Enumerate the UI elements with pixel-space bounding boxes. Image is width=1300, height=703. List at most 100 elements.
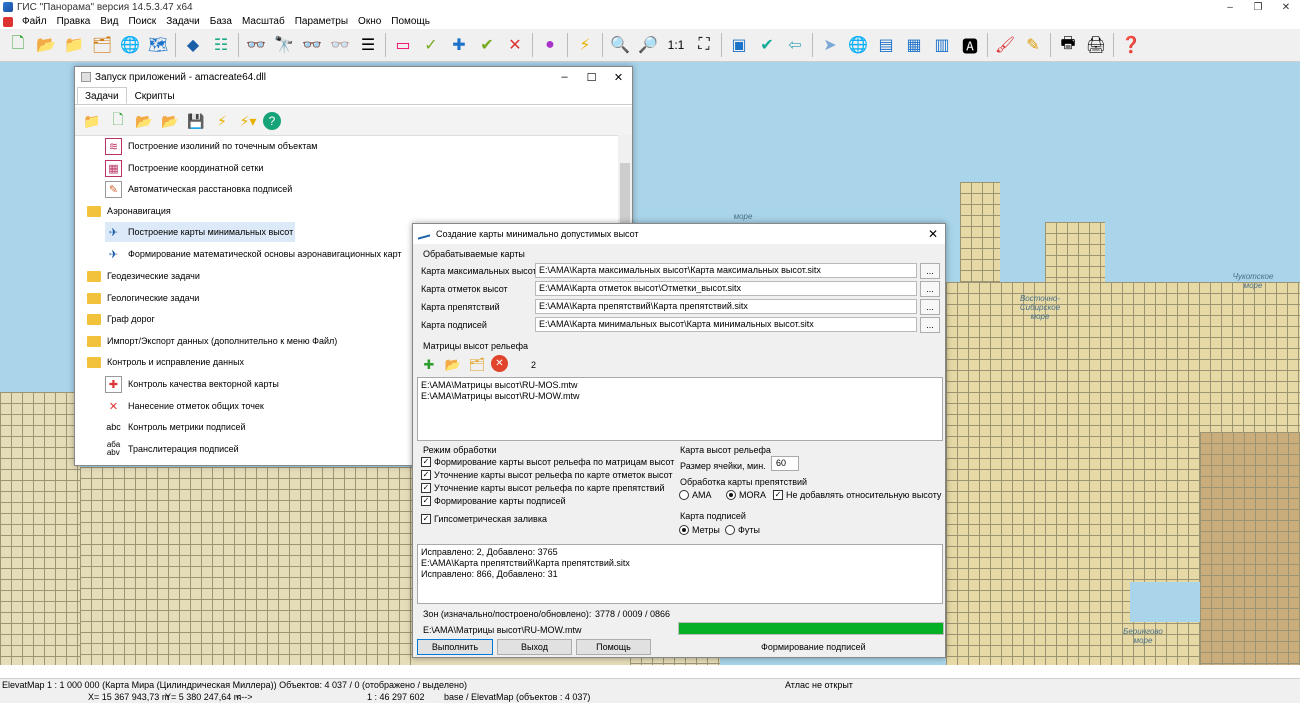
run-menu-icon[interactable]: ⚡▾ (237, 110, 259, 132)
zoom-fit-icon[interactable]: ⛶ (691, 32, 717, 58)
window-select-icon[interactable]: ▦ (901, 32, 927, 58)
exit-button[interactable]: Выход (497, 639, 572, 655)
max-altitude-map-field[interactable]: E:\AMA\Карта максимальных высот\Карта ма… (535, 263, 917, 278)
menu-edit[interactable]: Правка (52, 16, 96, 27)
tree-item-selected[interactable]: ✈ Построение карты минимальных высот (105, 222, 296, 242)
mode-checkbox-hypsometric[interactable]: ✓ Гипсометрическая заливка (421, 514, 547, 524)
tree-item[interactable]: ≋ Построение изолиний по точечным объект… (105, 136, 317, 156)
run-button[interactable]: Выполнить (417, 639, 493, 655)
tree-item[interactable]: abc Контроль метрики подписей (105, 417, 245, 437)
menu-view[interactable]: Вид (95, 16, 123, 27)
select-all-icon[interactable]: ✔ (474, 32, 500, 58)
open-gbm-icon[interactable]: 🗂 (89, 32, 115, 58)
labels-map-field[interactable]: E:\AMA\Карта минимальных высот\Карта мин… (535, 317, 917, 332)
select-check-icon[interactable]: ✓ (418, 32, 444, 58)
list-item[interactable]: E:\AMA\Матрицы высот\RU-MOW.mtw (421, 391, 939, 402)
tree-item[interactable]: аба abv Транслитерация подписей (105, 439, 239, 459)
new-file-icon[interactable]: 🗋 (107, 110, 129, 132)
tab-scripts[interactable]: Скрипты (127, 87, 183, 104)
select-add-icon[interactable]: ✚ (446, 32, 472, 58)
tree-item[interactable]: ✎ Автоматическая расстановка подписей (105, 179, 292, 199)
print-icon[interactable]: 🖶 (1055, 32, 1081, 58)
mode-checkbox-spot-heights[interactable]: ✓ Уточнение карты высот рельефа по карте … (421, 470, 673, 480)
spot-heights-map-browse-button[interactable]: ... (920, 281, 940, 297)
obstacle-radio-ama[interactable]: AMA (679, 490, 712, 500)
tab-tasks[interactable]: Задачи (77, 87, 127, 104)
tree-folder[interactable]: Импорт/Экспорт данных (дополнительно к м… (87, 331, 337, 351)
menu-parameters[interactable]: Параметры (290, 16, 353, 27)
window-info-icon[interactable]: ▥ (929, 32, 955, 58)
map-legend-icon[interactable]: ▤ (873, 32, 899, 58)
zoom-in-icon[interactable]: 🔎 (635, 32, 661, 58)
save-icon[interactable]: 💾 (185, 110, 207, 132)
list-item[interactable]: E:\AMA\Матрицы высот\RU-MOS.mtw (421, 380, 939, 391)
deselect-icon[interactable]: ✕ (502, 32, 528, 58)
obstacles-map-browse-button[interactable]: ... (920, 299, 940, 315)
pointer-icon[interactable]: ➤ (817, 32, 843, 58)
binoculars-icon[interactable]: 👓 (243, 32, 269, 58)
dialog-titlebar[interactable]: Создание карты минимально допустимых выс… (413, 224, 945, 244)
menu-search[interactable]: Поиск (123, 16, 161, 27)
zoom-out-icon[interactable]: 🔍 (607, 32, 633, 58)
tree-folder[interactable]: Геодезические задачи (87, 266, 200, 286)
run-icon[interactable]: ⚡ (211, 110, 233, 132)
remove-matrix-icon[interactable]: ✕ (491, 355, 508, 372)
open-file-icon[interactable]: 📂 (159, 110, 181, 132)
obstacles-map-field[interactable]: E:\AMA\Карта препятствий\Карта препятств… (535, 299, 917, 314)
binoculars-prev-icon[interactable]: 👓 (327, 32, 353, 58)
layer-tree-icon[interactable]: ☷ (208, 32, 234, 58)
pencil-icon[interactable]: ✎ (1020, 32, 1046, 58)
max-altitude-map-browse-button[interactable]: ... (920, 263, 940, 279)
select-object-icon[interactable]: ▭ (390, 32, 416, 58)
spot-heights-map-field[interactable]: E:\AMA\Карта отметок высот\Отметки_высот… (535, 281, 917, 296)
binoculars-next-icon[interactable]: 👓 (299, 32, 325, 58)
tree-folder[interactable]: Аэронавигация (87, 201, 171, 221)
menu-tasks[interactable]: Задачи (161, 16, 205, 27)
launcher-minimize-button[interactable]: – (551, 67, 578, 87)
labels-map-browse-button[interactable]: ... (920, 317, 940, 333)
menu-help[interactable]: Помощь (386, 16, 435, 27)
brush-icon[interactable]: 🖌 (992, 32, 1018, 58)
mode-checkbox-matrices[interactable]: ✓ Формирование карты высот рельефа по мат… (421, 457, 674, 467)
launcher-maximize-button[interactable]: ☐ (578, 67, 605, 87)
system-menu-icon[interactable] (3, 16, 13, 27)
launcher-titlebar[interactable]: Запуск приложений - amacreate64.dll (75, 67, 632, 87)
close-button[interactable]: ✕ (1272, 0, 1300, 14)
globe-map-icon[interactable]: 🗺 (145, 32, 171, 58)
apply-icon[interactable]: ✔ (754, 32, 780, 58)
tree-folder[interactable]: Граф дорог (87, 309, 155, 329)
open-folder-icon[interactable]: 📂 (133, 110, 155, 132)
map-view-icon[interactable]: ▣ (726, 32, 752, 58)
help-icon[interactable]: ? (263, 112, 281, 130)
menu-window[interactable]: Окно (353, 16, 386, 27)
tree-folder[interactable]: Контроль и исправление данных (87, 352, 244, 372)
layers-icon[interactable]: ◆ (180, 32, 206, 58)
globe-icon[interactable]: 🌐 (117, 32, 143, 58)
log-output[interactable]: Исправлено: 2, Добавлено: 3765 E:\AMA\Ка… (417, 544, 943, 604)
mode-checkbox-obstacles[interactable]: ✓ Уточнение карты высот рельефа по карте … (421, 483, 665, 493)
new-document-icon[interactable]: 🗋 (5, 32, 31, 58)
mode-checkbox-labels[interactable]: ✓ Формирование карты подписей (421, 496, 566, 506)
lightning-icon[interactable]: ⚡ (572, 32, 598, 58)
back-arrow-icon[interactable]: ⇦ (782, 32, 808, 58)
help-button[interactable]: Помощь (576, 639, 651, 655)
open-matrix-list-icon[interactable]: 🗂 (467, 355, 487, 375)
list-icon[interactable]: ☰ (355, 32, 381, 58)
open-map-icon[interactable]: 📁 (61, 32, 87, 58)
minimize-button[interactable]: – (1216, 0, 1244, 14)
find-text-icon[interactable]: 🔭 (271, 32, 297, 58)
menu-file[interactable]: Файл (17, 16, 52, 27)
obstacle-radio-mora[interactable]: MORA (726, 490, 766, 500)
unit-radio-meters[interactable]: Метры (679, 525, 720, 535)
unit-radio-feet[interactable]: Футы (725, 525, 760, 535)
palette-icon[interactable]: ● (537, 32, 563, 58)
open-folder-icon[interactable]: 📂 (33, 32, 59, 58)
tree-item[interactable]: ✚ Контроль качества векторной карты (105, 374, 279, 394)
tree-item[interactable]: ✕ Нанесение отметок общих точек (105, 396, 264, 416)
tree-item[interactable]: ✈ Формирование математической основы аэр… (105, 244, 402, 264)
zoom-1-1-button[interactable]: 1:1 (663, 32, 689, 58)
menu-database[interactable]: База (205, 16, 237, 27)
menu-scale[interactable]: Масштаб (237, 16, 290, 27)
text-edit-icon[interactable]: 🅰 (957, 32, 983, 58)
globe-gear-icon[interactable]: 🌐 (845, 32, 871, 58)
